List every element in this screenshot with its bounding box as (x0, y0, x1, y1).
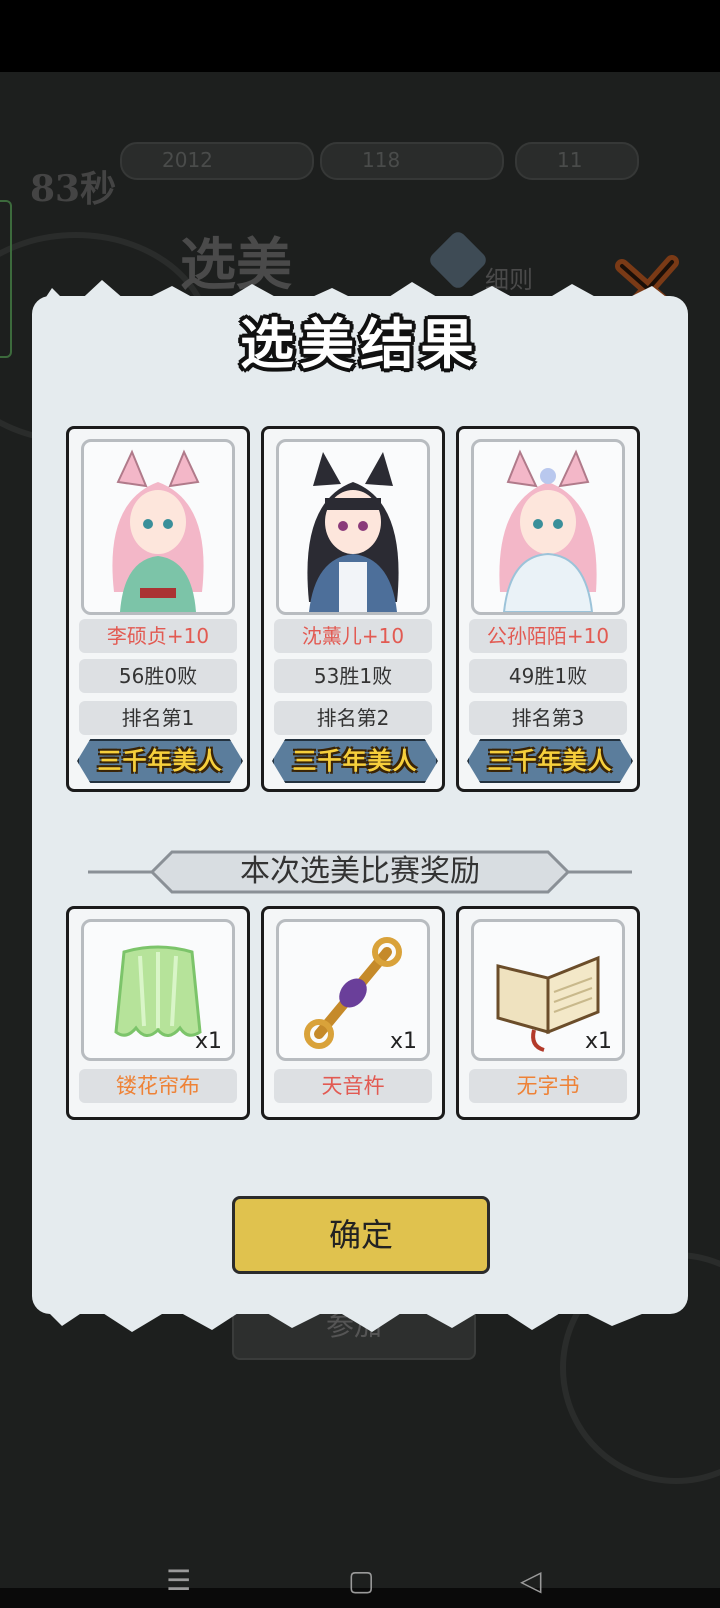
contestant-record: 56胜0败 (79, 659, 237, 693)
reward-card[interactable]: x1 天音杵 (261, 906, 445, 1120)
title-badge: 三千年美人 (272, 739, 438, 783)
reward-card[interactable]: x1 无字书 (456, 906, 640, 1120)
contestant-name: 李硕贞+10 (79, 619, 237, 653)
contestant-record: 53胜1败 (274, 659, 432, 693)
reward-qty: x1 (389, 1029, 417, 1054)
resource-bar: 11 (515, 142, 639, 180)
reward-qty: x1 (584, 1029, 612, 1054)
reward-card[interactable]: x1 镂花帘布 (66, 906, 250, 1120)
contestant-record: 49胜1败 (469, 659, 627, 693)
reward-name: 镂花帘布 (79, 1069, 237, 1103)
reward-icon-frame: x1 (81, 919, 235, 1061)
reward-name: 天音杵 (274, 1069, 432, 1103)
title-badge: 三千年美人 (77, 739, 243, 783)
contestant-portrait (81, 439, 235, 615)
contestant-card[interactable]: 公孙陌陌+10 49胜1败 排名第3 三千年美人 (456, 426, 640, 792)
contestant-portrait (471, 439, 625, 615)
timer: 83秒 (30, 168, 117, 210)
contestant-portrait (276, 439, 430, 615)
contestant-name: 沈薰儿+10 (274, 619, 432, 653)
menu-icon[interactable]: ☰ (166, 1564, 191, 1597)
confirm-button[interactable]: 确定 (232, 1196, 490, 1274)
rewards-heading-banner: 本次选美比赛奖励 (88, 846, 632, 898)
fur-edge (32, 1296, 688, 1332)
reward-icon-frame: x1 (276, 919, 430, 1061)
contestant-rank: 排名第3 (469, 701, 627, 735)
reward-icon-frame: x1 (471, 919, 625, 1061)
contestant-card[interactable]: 沈薰儿+10 53胜1败 排名第2 三千年美人 (261, 426, 445, 792)
reward-name: 无字书 (469, 1069, 627, 1103)
back-icon[interactable]: ◁ (520, 1564, 542, 1597)
rewards-heading: 本次选美比赛奖励 (240, 854, 480, 889)
dialog-title: 选美结果 (240, 312, 480, 376)
home-icon[interactable]: ▢ (348, 1564, 374, 1597)
system-nav-bar: ☰ ▢ ◁ (0, 1548, 720, 1608)
contestant-name: 公孙陌陌+10 (469, 619, 627, 653)
contestant-card[interactable]: 李硕贞+10 56胜0败 排名第1 三千年美人 (66, 426, 250, 792)
status-bar (0, 0, 720, 72)
title-badge: 三千年美人 (467, 739, 633, 783)
contestant-rank: 排名第1 (79, 701, 237, 735)
resource-bar: 2012 (120, 142, 314, 180)
resource-bar: 118 (320, 142, 504, 180)
contestant-rank: 排名第2 (274, 701, 432, 735)
reward-qty: x1 (194, 1029, 222, 1054)
